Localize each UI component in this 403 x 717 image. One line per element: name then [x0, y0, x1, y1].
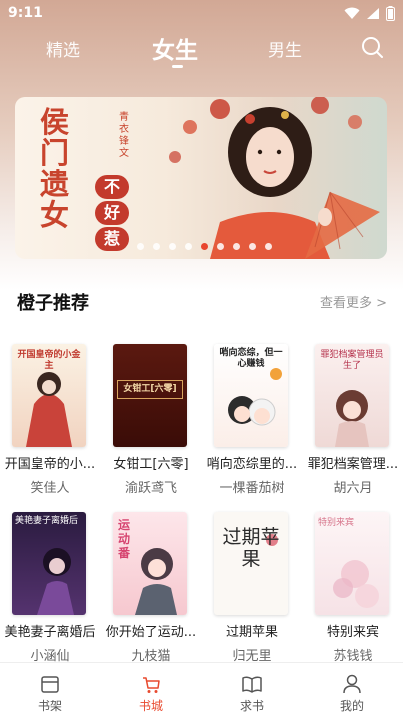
- pagination-dot: [153, 243, 160, 250]
- bookshelf-icon: [41, 676, 59, 693]
- nav-profile[interactable]: 我的: [322, 673, 382, 714]
- book-cover: 哨向恋综，但一心赚钱: [214, 344, 288, 447]
- banner-badge-char: 惹: [95, 227, 129, 251]
- tab-female[interactable]: 女生: [152, 31, 198, 65]
- pagination-dot-active: [201, 243, 208, 250]
- book-author: 笑佳人: [30, 481, 70, 496]
- pagination-dot: [137, 243, 144, 250]
- nav-label: 书架: [37, 699, 62, 713]
- book-cover-text: 开国皇帝的小金主: [17, 350, 81, 371]
- book-cover-text: 罪犯档案管理员生了: [320, 350, 384, 371]
- book-cover-text: 运动番: [117, 518, 130, 560]
- pagination-dot: [169, 243, 176, 250]
- status-icons: [344, 6, 395, 21]
- nav-label: 求书: [239, 699, 264, 713]
- book-title: 罪犯档案管理...: [307, 457, 399, 472]
- banner-badge-char: 好: [95, 201, 129, 225]
- book-title: 美艳妻子离婚后: [4, 625, 96, 640]
- book-cover: 特别来宾: [315, 512, 389, 615]
- profile-icon: [343, 674, 361, 694]
- pagination-dot: [185, 243, 192, 250]
- book-cover: 女钳工[六零]: [113, 344, 187, 447]
- top-nav: 精选 女生 男生: [0, 30, 403, 70]
- banner-badge: 不 好 惹: [95, 175, 129, 251]
- book-cover-text: 美艳妻子离婚后: [15, 516, 79, 526]
- tab-featured[interactable]: 精选: [46, 36, 80, 61]
- see-more-link[interactable]: 查看更多 >: [320, 292, 387, 311]
- pagination-dot: [265, 243, 272, 250]
- bottom-nav: 书架 书城 求书 我的: [0, 662, 403, 717]
- pagination-dot: [249, 243, 256, 250]
- banner-title: 侯门遗女: [40, 105, 70, 232]
- book-cover-text: 特别来宾: [318, 518, 355, 528]
- banner-badge-char: 不: [95, 175, 129, 199]
- book-cover: 开国皇帝的小金主: [12, 344, 86, 447]
- book-title: 哨向恋综里的...: [206, 457, 298, 472]
- book-cover-text: 过期苹果: [222, 526, 280, 570]
- book-title: 特别来宾: [326, 625, 379, 640]
- search-icon[interactable]: [360, 35, 384, 59]
- nav-request-book[interactable]: 求书: [222, 673, 282, 714]
- book-title: 开国皇帝的小...: [4, 457, 96, 472]
- section-title: 橙子推荐: [17, 293, 89, 314]
- book-cover: 罪犯档案管理员生了: [315, 344, 389, 447]
- tab-male[interactable]: 男生: [268, 36, 302, 61]
- wifi-icon: [344, 7, 360, 19]
- active-tab-indicator: [172, 65, 183, 68]
- nav-label: 我的: [339, 699, 364, 713]
- nav-bookstore[interactable]: 书城: [121, 673, 181, 714]
- nav-bookshelf[interactable]: 书架: [20, 673, 80, 714]
- book-title: 过期苹果: [225, 625, 278, 640]
- banner-pagination: [137, 243, 272, 250]
- signal-icon: [367, 8, 379, 19]
- nav-label: 书城: [138, 699, 163, 713]
- book-title: 女钳工[六零]: [113, 457, 189, 472]
- book-cover-text: 哨向恋综，但一心赚钱: [219, 348, 283, 369]
- promo-banner[interactable]: 侯门遗女 青衣锋文 不 好 惹: [15, 97, 387, 259]
- book-cover-text: 女钳工[六零]: [117, 380, 183, 399]
- book-cover: 美艳妻子离婚后: [12, 512, 86, 615]
- request-book-icon: [242, 676, 262, 693]
- book-author: 胡六月: [333, 481, 373, 496]
- book-author: 一棵番茄树: [219, 481, 285, 496]
- battery-icon: [386, 6, 395, 21]
- pagination-dot: [233, 243, 240, 250]
- book-cover: 过期苹果: [214, 512, 288, 615]
- book-author: 渝跃鸢飞: [124, 481, 177, 496]
- book-title: 你开始了运动...: [105, 625, 197, 640]
- status-bar: 9:11: [0, 0, 403, 28]
- banner-subtitle: 青衣锋文: [119, 112, 129, 159]
- status-time: 9:11: [8, 5, 43, 21]
- pagination-dot: [217, 243, 224, 250]
- bookstore-icon: [143, 677, 160, 693]
- banner-illustration: [169, 97, 380, 259]
- book-cover: 运动番: [113, 512, 187, 615]
